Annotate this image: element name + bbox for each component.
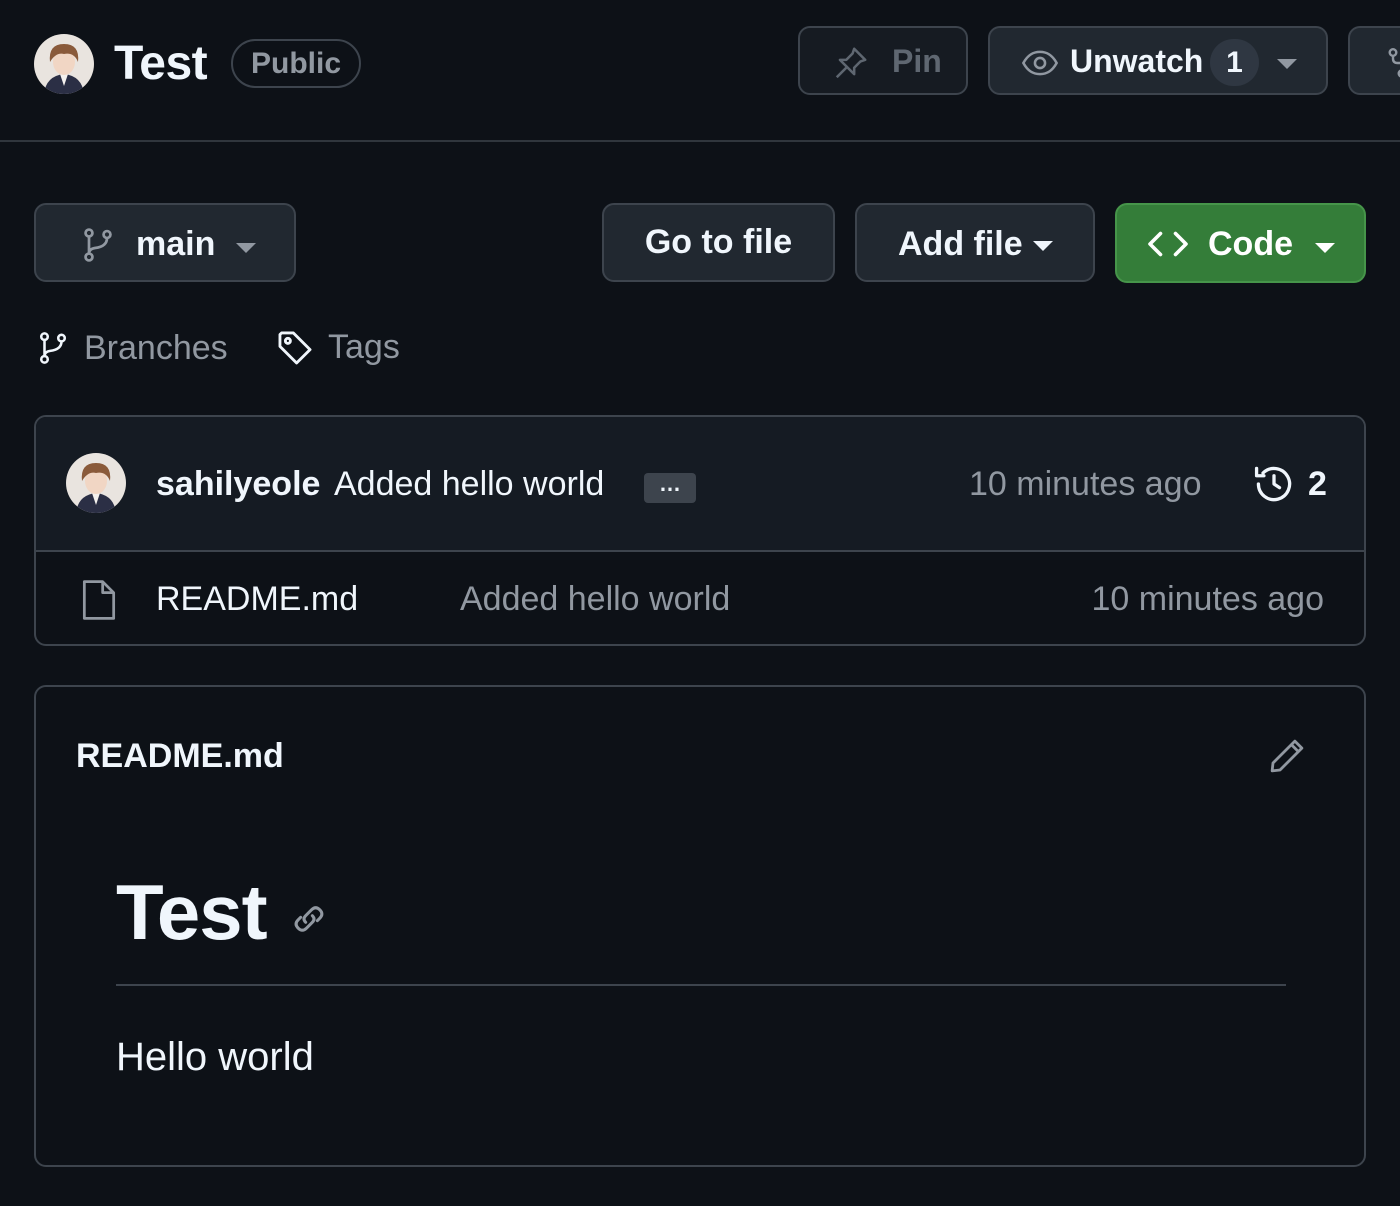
- commit-author[interactable]: sahilyeole: [156, 465, 320, 504]
- link-icon[interactable]: [289, 899, 329, 944]
- readme-panel: README.md Test Hello world: [34, 685, 1366, 1167]
- code-label: Code: [1208, 225, 1293, 263]
- repo-page: Test Public Pin Unwatch 1 main Go to fil…: [0, 0, 1400, 1206]
- branches-label: Branches: [84, 328, 228, 367]
- edit-readme-button[interactable]: [1266, 735, 1308, 782]
- owner-avatar[interactable]: [34, 34, 94, 94]
- eye-icon: [1020, 44, 1060, 87]
- commit-message[interactable]: Added hello world: [334, 465, 604, 504]
- file-name[interactable]: README.md: [156, 580, 358, 619]
- file-commit-message[interactable]: Added hello world: [460, 580, 730, 619]
- commit-count: 2: [1308, 464, 1327, 503]
- commit-details-button[interactable]: …: [644, 473, 696, 503]
- latest-commit-row: sahilyeole Added hello world … 10 minute…: [36, 417, 1364, 552]
- branch-selector[interactable]: main: [34, 203, 296, 282]
- tags-link[interactable]: Tags: [276, 328, 400, 367]
- fork-icon: [1384, 44, 1400, 87]
- history-icon: [1254, 466, 1292, 502]
- add-file-label: Add file: [898, 225, 1023, 263]
- branch-name: main: [136, 225, 216, 263]
- commit-author-avatar[interactable]: [66, 453, 126, 513]
- file-icon: [80, 578, 118, 627]
- chevron-down-icon: [236, 242, 256, 260]
- readme-paragraph: Hello world: [116, 1035, 314, 1079]
- watch-button[interactable]: Unwatch 1: [988, 26, 1328, 95]
- pencil-icon: [1270, 739, 1304, 773]
- tag-icon: [278, 331, 312, 364]
- readme-heading: Test: [116, 868, 268, 956]
- tags-label: Tags: [328, 328, 400, 366]
- go-to-file-button[interactable]: Go to file: [602, 203, 835, 282]
- pin-icon: [832, 44, 870, 87]
- repo-header: Test Public Pin Unwatch 1: [0, 0, 1400, 142]
- table-row[interactable]: README.md Added hello world 10 minutes a…: [36, 554, 1364, 644]
- branch-icon: [39, 332, 67, 364]
- code-icon: [1147, 227, 1189, 266]
- file-table: sahilyeole Added hello world … 10 minute…: [34, 415, 1366, 646]
- branches-link[interactable]: Branches: [36, 328, 228, 368]
- add-file-button[interactable]: Add file: [855, 203, 1095, 282]
- watch-label: Unwatch: [1070, 43, 1204, 79]
- readme-title: README.md: [76, 737, 284, 775]
- chevron-down-icon: [1033, 240, 1053, 258]
- pin-label: Pin: [892, 43, 942, 79]
- chevron-down-icon: [1315, 242, 1335, 260]
- commit-history-link[interactable]: 2: [1252, 462, 1327, 506]
- fork-button[interactable]: [1348, 26, 1400, 95]
- visibility-badge: Public: [231, 39, 362, 88]
- code-button[interactable]: Code: [1115, 203, 1366, 283]
- pin-button[interactable]: Pin: [798, 26, 968, 95]
- repo-title[interactable]: Test: [114, 36, 208, 92]
- chevron-down-icon: [1277, 58, 1297, 76]
- watch-count: 1: [1210, 39, 1259, 86]
- heading-divider: [116, 984, 1286, 986]
- commit-time[interactable]: 10 minutes ago: [969, 465, 1202, 504]
- file-commit-time: 10 minutes ago: [1091, 580, 1325, 618]
- branch-icon: [80, 225, 116, 270]
